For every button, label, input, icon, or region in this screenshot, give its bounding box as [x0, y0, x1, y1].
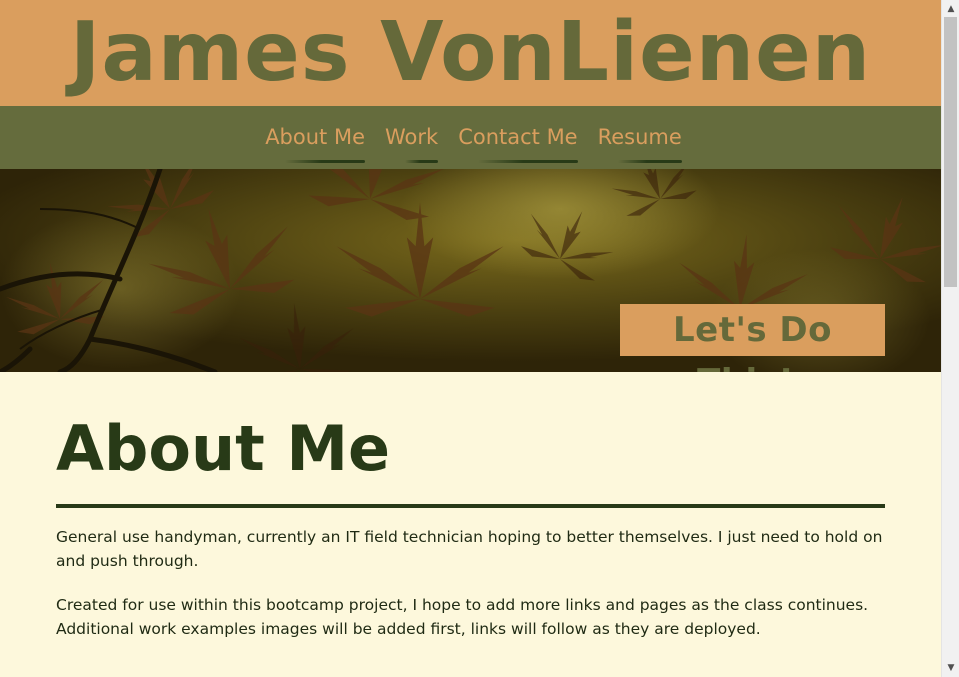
triangle-up-icon[interactable]: ▲: [945, 2, 957, 16]
page: James VonLienen About Me Work Contact Me…: [0, 0, 941, 677]
nav-link-contact-me[interactable]: Contact Me: [458, 125, 579, 163]
section-title-about-me: About Me: [56, 408, 885, 508]
site-title: James VonLienen: [69, 5, 872, 100]
main-content: About Me General use handyman, currently…: [0, 372, 941, 641]
vertical-scrollbar[interactable]: ▲ ▼: [941, 0, 959, 677]
nav-link-resume[interactable]: Resume: [598, 125, 683, 163]
nav-link-about-me[interactable]: About Me: [265, 125, 365, 163]
hero-badge: Let's Do This!.: [620, 304, 885, 372]
nav-link-work[interactable]: Work: [385, 125, 439, 163]
site-header: James VonLienen: [0, 0, 941, 106]
scrollbar-thumb[interactable]: [944, 17, 957, 287]
main-nav: About Me Work Contact Me Resume: [0, 106, 941, 169]
about-paragraph: Created for use within this bootcamp pro…: [56, 596, 869, 638]
hero-banner: Let's Do This!.: [0, 169, 941, 372]
about-paragraph: General use handyman, currently an IT fi…: [56, 528, 883, 570]
triangle-down-icon[interactable]: ▼: [945, 661, 957, 675]
